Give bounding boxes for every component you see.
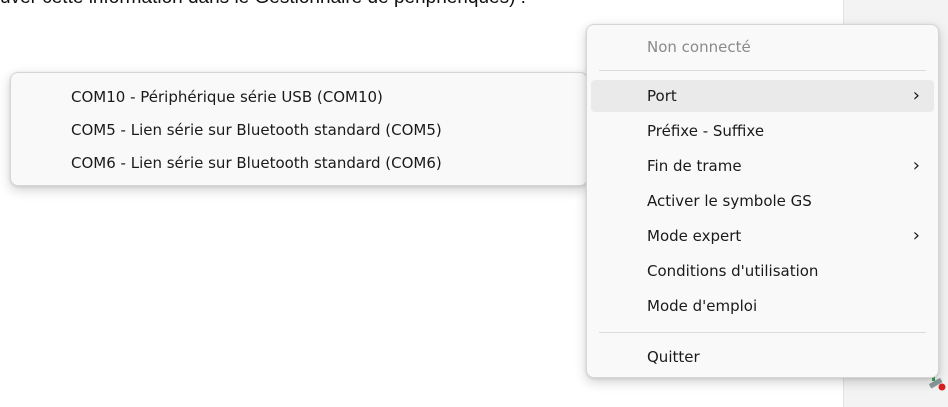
menu-separator — [599, 70, 926, 71]
menu-item-label: Activer le symbole GS — [647, 192, 812, 210]
connection-status: Non connecté — [591, 31, 934, 63]
menu-separator — [599, 332, 926, 333]
menu-item-label: Fin de trame — [647, 157, 742, 175]
port-option-label: COM10 - Périphérique série USB (COM10) — [71, 88, 383, 106]
chevron-right-icon: › — [912, 85, 920, 106]
menu-item-terms-of-use[interactable]: Conditions d'utilisation — [591, 255, 934, 287]
menu-item-label: Mode d'emploi — [647, 297, 758, 315]
tray-context-menu: Non connecté Port › Préfixe - Suffixe Fi… — [586, 24, 939, 378]
menu-item-expert-mode[interactable]: Mode expert › — [591, 220, 934, 252]
menu-item-label: Conditions d'utilisation — [647, 262, 819, 280]
chevron-right-icon: › — [912, 155, 920, 176]
menu-item-user-guide[interactable]: Mode d'emploi — [591, 290, 934, 322]
menu-item-prefix-suffix[interactable]: Préfixe - Suffixe — [591, 115, 934, 147]
port-option-label: COM6 - Lien série sur Bluetooth standard… — [71, 154, 442, 172]
port-option-com5[interactable]: COM5 - Lien série sur Bluetooth standard… — [15, 114, 583, 146]
chevron-right-icon: › — [912, 225, 920, 246]
menu-item-quit[interactable]: Quitter — [591, 341, 934, 373]
menu-item-label: Préfixe - Suffixe — [647, 122, 765, 140]
port-option-label: COM5 - Lien série sur Bluetooth standard… — [71, 121, 442, 139]
menu-item-label: Mode expert — [647, 227, 742, 245]
menu-item-label: Quitter — [647, 348, 700, 366]
connection-status-label: Non connecté — [647, 38, 751, 56]
menu-item-port[interactable]: Port › — [591, 80, 934, 112]
port-option-com10[interactable]: COM10 - Périphérique série USB (COM10) — [15, 81, 583, 113]
port-submenu: COM10 - Périphérique série USB (COM10) C… — [10, 72, 588, 186]
document-text: uver cette information dans le Gestionna… — [0, 0, 526, 9]
menu-item-gs-symbol[interactable]: Activer le symbole GS — [591, 185, 934, 217]
desktop: uver cette information dans le Gestionna… — [0, 0, 948, 407]
menu-item-label: Port — [647, 87, 677, 105]
port-option-com6[interactable]: COM6 - Lien série sur Bluetooth standard… — [15, 147, 583, 179]
menu-item-end-of-frame[interactable]: Fin de trame › — [591, 150, 934, 182]
